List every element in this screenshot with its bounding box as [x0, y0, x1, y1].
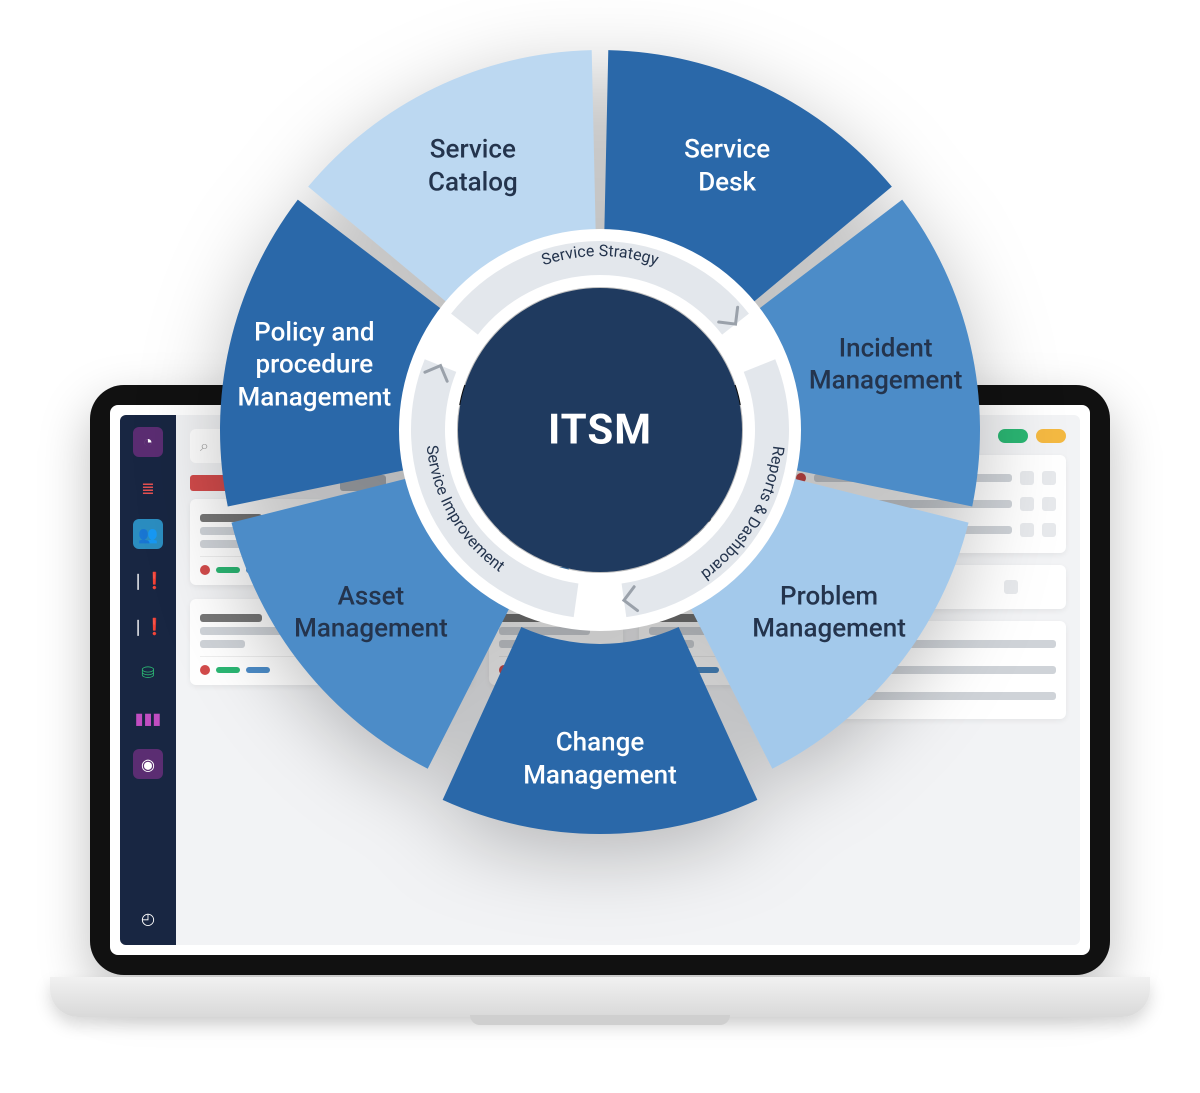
alert-icon[interactable]: ❘❗: [133, 565, 163, 595]
chart-bar-icon[interactable]: ▮▮▮: [133, 703, 163, 733]
logo-icon[interactable]: ◴: [133, 903, 163, 933]
logo-alt-icon[interactable]: ◉: [133, 749, 163, 779]
alert2-icon[interactable]: ❘❗: [133, 611, 163, 641]
server-icon[interactable]: ⛁: [133, 657, 163, 687]
status-yellow: [1036, 429, 1066, 443]
laptop-foot: [470, 1015, 730, 1025]
users-icon[interactable]: 👥: [133, 519, 163, 549]
segment-change_management: [443, 627, 758, 834]
gauge-icon[interactable]: ◔: [133, 427, 163, 457]
laptop-base: [50, 977, 1150, 1017]
list-ol-icon[interactable]: ≣: [133, 473, 163, 503]
nav-sidebar: ◔ ≣ 👥 ❘❗ ❘❗ ⛁ ▮▮▮ ◉ ◴: [120, 415, 176, 945]
itsm-wheel: Service StrategyReports & DashboardServi…: [170, 0, 1030, 860]
